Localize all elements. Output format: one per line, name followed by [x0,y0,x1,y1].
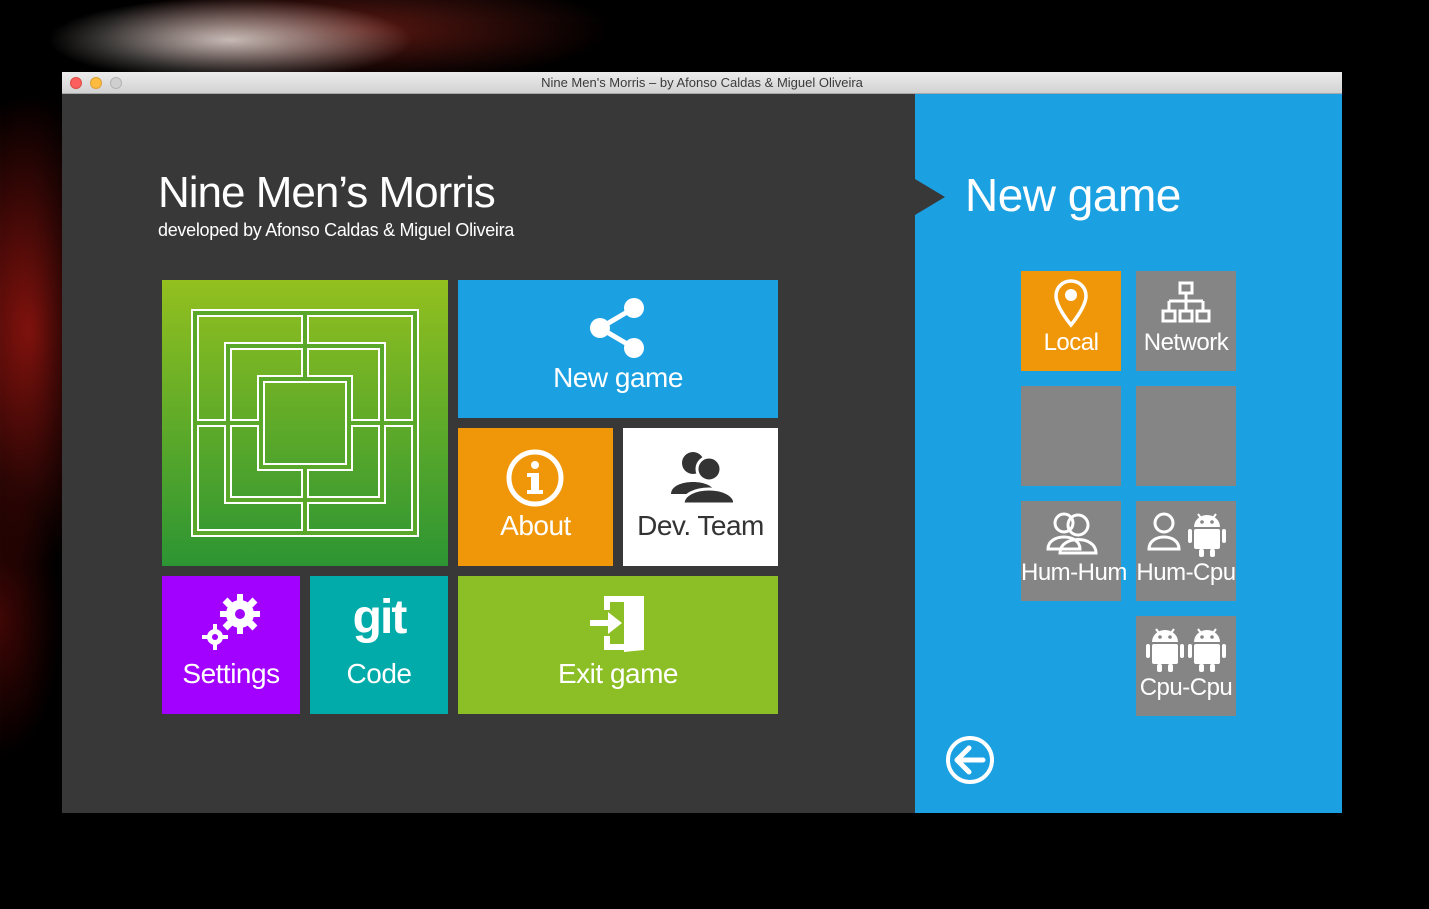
window-title: Nine Men's Morris – by Afonso Caldas & M… [541,75,863,90]
local-option[interactable]: Local [1021,271,1121,371]
network-label: Network [1143,329,1229,356]
exit-game-tile[interactable]: Exit game [458,576,778,714]
code-tile[interactable]: git Code [310,576,448,714]
map-pin-icon [1054,279,1088,328]
hum-cpu-option[interactable]: Hum-Cpu [1136,501,1236,601]
cpu-cpu-label: Cpu-Cpu [1139,674,1233,701]
panel-title: New game [965,169,1181,221]
about-tile[interactable]: About [458,428,613,566]
hum-hum-label: Hum-Hum [1021,559,1127,586]
back-arrow-icon [946,736,994,784]
settings-label: Settings [182,658,280,689]
people-icon [671,452,733,504]
hum-cpu-label: Hum-Cpu [1136,559,1236,586]
two-humans-icon [1046,512,1098,555]
app-subtitle: developed by Afonso Caldas & Miguel Oliv… [158,220,515,240]
dev-team-label: Dev. Team [637,510,764,541]
share-icon [590,298,644,358]
local-label: Local [1043,329,1099,356]
human-android-icon [1147,512,1226,557]
app-title: Nine Men’s Morris [158,168,496,217]
code-label: Code [346,658,412,689]
panel-notch [915,179,945,215]
dev-team-tile[interactable]: Dev. Team [623,428,778,566]
info-icon [506,449,564,507]
network-option[interactable]: Network [1136,271,1236,371]
new-game-tile[interactable]: New game [458,280,778,418]
exit-game-label: Exit game [558,658,679,689]
two-androids-icon [1146,628,1226,672]
exit-door-icon [590,596,644,652]
app-window: Nine Men's Morris – by Afonso Caldas & M… [62,72,1342,813]
title-bar[interactable]: Nine Men's Morris – by Afonso Caldas & M… [62,72,1342,94]
main-content: Nine Men’s Morris developed by Afonso Ca… [62,94,1342,813]
hum-hum-option[interactable]: Hum-Hum [1021,501,1127,601]
settings-tile[interactable]: Settings [162,576,300,714]
morris-board-icon [191,309,419,537]
git-icon: git [352,591,408,644]
cpu-cpu-option[interactable]: Cpu-Cpu [1136,616,1236,716]
new-game-panel: New game Local Network Hum-Hum Hum-Cpu C… [915,94,1342,813]
board-tile[interactable] [162,280,448,566]
back-button[interactable] [945,735,995,785]
about-label: About [500,510,571,541]
empty-option-slot [1021,386,1121,486]
network-icon [1161,281,1211,323]
empty-option-slot [1136,386,1236,486]
gears-icon [202,594,260,650]
new-game-label: New game [553,362,683,393]
